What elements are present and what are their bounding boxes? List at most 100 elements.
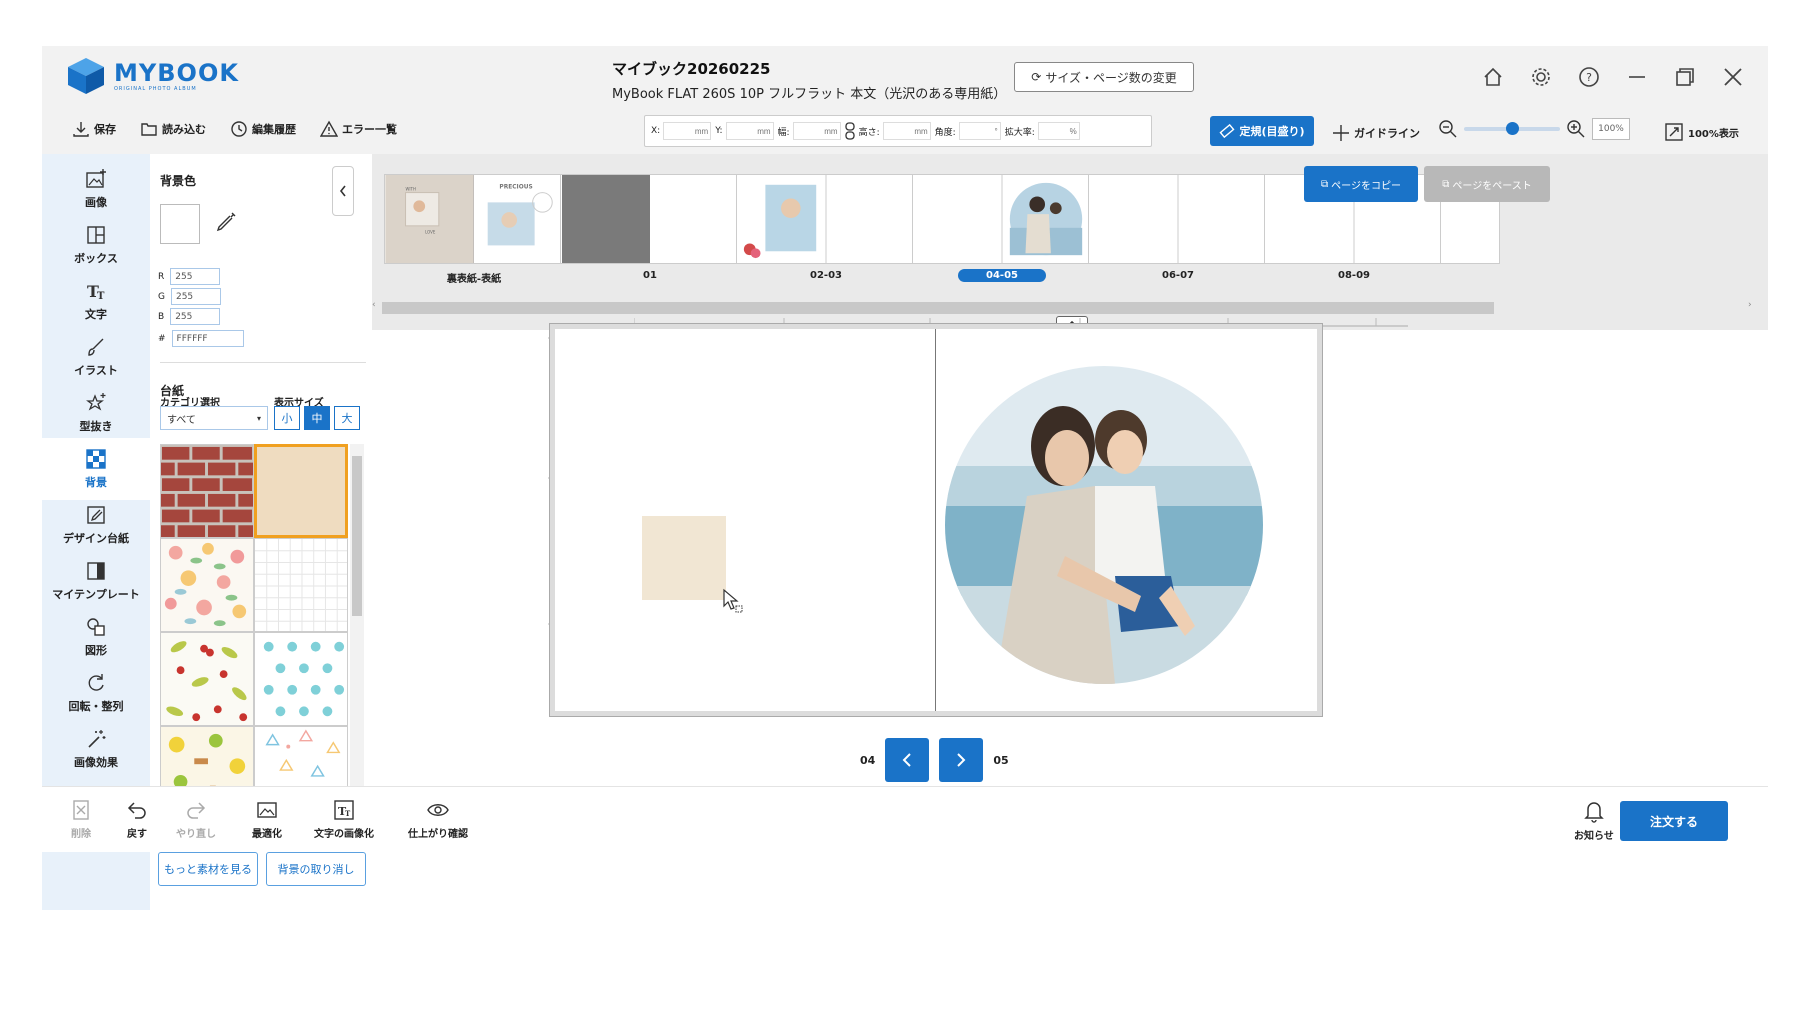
angle-label: 角度: bbox=[934, 127, 956, 138]
g-row: G 255 bbox=[158, 288, 221, 305]
rail-item-design-mount[interactable]: デザイン台紙 bbox=[42, 494, 150, 556]
next-page-button[interactable] bbox=[939, 738, 984, 782]
order-button[interactable]: 注文する bbox=[1620, 801, 1728, 841]
clear-background-button[interactable]: 背景の取り消し bbox=[266, 852, 366, 886]
prev-page-button[interactable] bbox=[885, 738, 930, 782]
text-to-image-button[interactable]: TT 文字の画像化 bbox=[314, 799, 374, 840]
notice-button[interactable]: お知らせ bbox=[1574, 799, 1614, 842]
dragged-kraft-tile[interactable] bbox=[642, 516, 726, 600]
zoom-slider-thumb[interactable] bbox=[1506, 122, 1519, 135]
thumbnail-01-image bbox=[560, 174, 740, 264]
g-field[interactable]: 255 bbox=[170, 288, 221, 305]
page-spread[interactable] bbox=[549, 323, 1323, 717]
strip-scroll-left-icon[interactable]: ‹ bbox=[372, 300, 376, 310]
circle-photo[interactable] bbox=[945, 366, 1263, 684]
help-icon[interactable]: ? bbox=[1576, 64, 1602, 90]
save-label: 保存 bbox=[94, 123, 116, 136]
rail-item-template[interactable]: マイテンプレート bbox=[42, 550, 150, 612]
zoom-out-icon[interactable] bbox=[1438, 119, 1458, 139]
rail-item-text[interactable]: TT 文字 bbox=[42, 270, 150, 332]
load-button[interactable]: 読み込む bbox=[140, 120, 206, 138]
scale-field[interactable] bbox=[1037, 122, 1080, 140]
scale-label: 拡大率: bbox=[1004, 127, 1035, 138]
optimize-button[interactable]: 最適化 bbox=[252, 799, 282, 840]
rail-item-box[interactable]: ボックス bbox=[42, 214, 150, 276]
notice-label: お知らせ bbox=[1574, 831, 1614, 842]
save-button[interactable]: 保存 bbox=[72, 120, 116, 138]
strip-scroll-right-icon[interactable]: › bbox=[1748, 300, 1752, 310]
restore-icon[interactable] bbox=[1672, 64, 1698, 90]
x-field[interactable] bbox=[663, 122, 712, 140]
hex-field[interactable]: FFFFFF bbox=[171, 330, 244, 347]
rail-label-rotate: 回転・整列 bbox=[68, 700, 124, 713]
material-scrollbar[interactable] bbox=[350, 444, 364, 808]
angle-field[interactable] bbox=[958, 122, 1001, 140]
size-small-button[interactable]: 小 bbox=[274, 406, 300, 430]
rail-item-rotate[interactable]: 回転・整列 bbox=[42, 662, 150, 724]
material-grid bbox=[160, 444, 348, 808]
guideline-button[interactable]: ガイドライン bbox=[1332, 124, 1420, 142]
thumbnail-02-03-image bbox=[736, 174, 916, 264]
close-icon[interactable] bbox=[1720, 64, 1746, 90]
copy-page-button[interactable]: ⧉ ページをコピー bbox=[1304, 166, 1418, 202]
paste-page-button[interactable]: ⧉ ページをペースト bbox=[1424, 166, 1550, 202]
history-icon bbox=[231, 121, 247, 137]
delete-button[interactable]: 削除 bbox=[70, 799, 92, 840]
rail-item-image[interactable]: 画像 bbox=[42, 158, 150, 220]
rail-item-background[interactable]: 背景 bbox=[42, 438, 150, 500]
gear-icon[interactable] bbox=[1528, 64, 1554, 90]
rail-item-cutout[interactable]: 型抜き bbox=[42, 382, 150, 444]
category-value: すべて bbox=[167, 414, 196, 426]
material-tile-floral[interactable] bbox=[160, 538, 254, 632]
zoom-value[interactable]: 100% bbox=[1592, 118, 1630, 140]
minimize-icon[interactable] bbox=[1624, 64, 1650, 90]
home-icon[interactable] bbox=[1480, 64, 1506, 90]
copy-icon: ⧉ bbox=[1321, 178, 1329, 190]
history-button[interactable]: 編集履歴 bbox=[230, 120, 296, 138]
b-field[interactable]: 255 bbox=[170, 308, 221, 325]
rail-item-effects[interactable]: 画像効果 bbox=[42, 718, 150, 780]
size-change-button[interactable]: ⟳ サイズ・ページ数の変更 bbox=[1014, 62, 1194, 92]
zoom-control: 100% bbox=[1438, 118, 1630, 140]
link-ratio-icon[interactable] bbox=[844, 122, 855, 140]
redo-button[interactable]: やり直し bbox=[176, 799, 216, 840]
folder-icon bbox=[141, 123, 157, 136]
warning-icon bbox=[320, 120, 338, 137]
y-field[interactable] bbox=[725, 122, 774, 140]
fit-100-button[interactable]: 100%表示 bbox=[1664, 122, 1739, 142]
material-tile-berries[interactable] bbox=[160, 632, 254, 726]
rail-label-cutout: 型抜き bbox=[79, 420, 113, 433]
page-pager: 04 05 bbox=[860, 738, 1009, 782]
bg-color-swatch[interactable] bbox=[160, 204, 200, 244]
template-icon bbox=[87, 562, 105, 580]
ruler-toggle-button[interactable]: 定規(目盛り) bbox=[1210, 116, 1314, 146]
magic-wand-icon bbox=[88, 730, 106, 748]
y-label: Y: bbox=[715, 126, 723, 136]
eyedropper-icon[interactable] bbox=[214, 210, 238, 234]
rail-item-illust[interactable]: イラスト bbox=[42, 326, 150, 388]
rail-item-shapes[interactable]: 図形 bbox=[42, 606, 150, 668]
shapes-icon bbox=[87, 618, 105, 636]
material-tile-dots[interactable] bbox=[254, 632, 348, 726]
width-field[interactable] bbox=[792, 122, 841, 140]
material-tile-brick[interactable] bbox=[160, 444, 254, 538]
errors-button[interactable]: エラー一覧 bbox=[320, 120, 397, 138]
cover-text-love: LOVE bbox=[425, 230, 436, 235]
material-tile-grid[interactable] bbox=[254, 538, 348, 632]
r-field[interactable]: 255 bbox=[170, 268, 221, 285]
undo-button[interactable]: 戻す bbox=[126, 799, 148, 840]
thumbnail-04-05-label: 04-05 bbox=[912, 269, 1092, 282]
material-tile-kraft-selected[interactable] bbox=[254, 444, 348, 538]
preview-button[interactable]: 仕上がり確認 bbox=[408, 799, 468, 840]
panel-collapse-button[interactable] bbox=[332, 166, 354, 216]
right-page-number: 05 bbox=[993, 753, 1009, 767]
size-medium-button[interactable]: 中 bbox=[304, 406, 330, 430]
left-page-number: 04 bbox=[860, 753, 876, 767]
zoom-slider[interactable] bbox=[1464, 122, 1560, 135]
zoom-in-icon[interactable] bbox=[1566, 119, 1586, 139]
height-field[interactable] bbox=[882, 122, 931, 140]
material-scrollbar-thumb[interactable] bbox=[352, 456, 362, 616]
size-large-button[interactable]: 大 bbox=[334, 406, 360, 430]
more-materials-button[interactable]: もっと素材を見る bbox=[158, 852, 258, 886]
category-select[interactable]: すべて ▾ bbox=[160, 406, 268, 430]
